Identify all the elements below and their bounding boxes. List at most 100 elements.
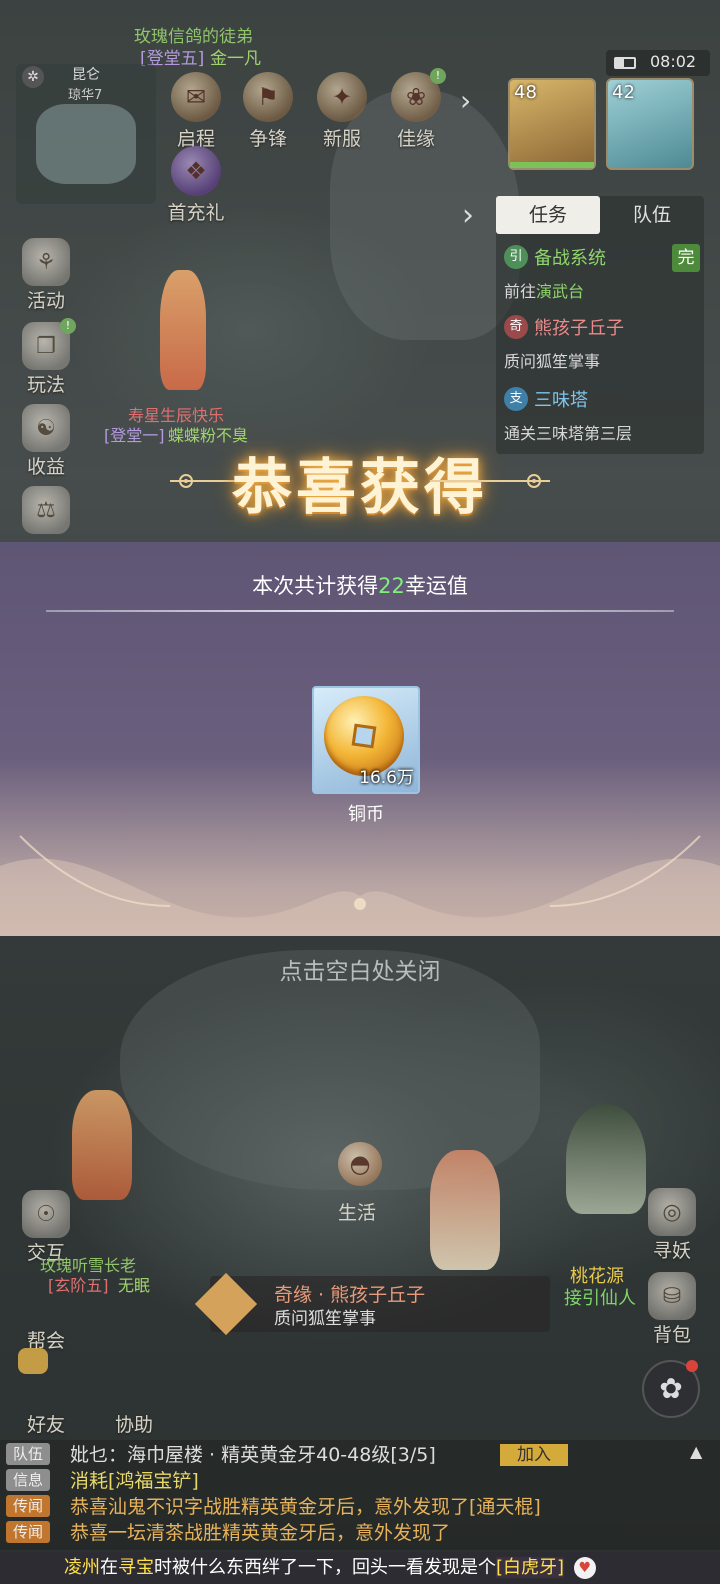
menu-xinfu-label: 新服 xyxy=(322,128,361,150)
tracker-desc: 质问狐笙掌事 xyxy=(274,1309,376,1329)
clock-time: 08:02 xyxy=(650,52,697,71)
notification-badge-icon: ! xyxy=(60,318,76,334)
assist-label: 协助 xyxy=(114,1414,153,1436)
chat-text: 消耗[鸿福宝铲] xyxy=(70,1470,199,1492)
flag-icon xyxy=(22,1278,70,1326)
menu-zhengfeng-button[interactable]: ⚑ 争锋 xyxy=(236,72,300,151)
chat-text: 妣乜：海巾屋楼 · 精英黄金牙40-48级[3/5] xyxy=(70,1444,436,1466)
assist-button[interactable]: 协助 xyxy=(102,1362,166,1437)
divider xyxy=(46,610,674,612)
quest-item-2[interactable]: 奇熊孩子丘子 质问狐笙掌事 xyxy=(504,314,700,372)
menu-gameplay-label: 玩法 xyxy=(26,374,65,396)
handshake-icon: ☉ xyxy=(22,1190,70,1238)
quest-desc-prefix: 前往 xyxy=(504,282,537,301)
first-recharge-button[interactable]: ❖ 首充礼 xyxy=(164,146,228,225)
collapse-quest-icon[interactable]: › xyxy=(462,198,474,233)
banner-icon: ⚑ xyxy=(243,72,293,122)
chat-text: 恭喜一坛清茶战胜精英黄金牙后，意外发现了 xyxy=(70,1522,451,1544)
quest-item-3[interactable]: 支三味塔 通关三味塔第三层 xyxy=(504,386,700,444)
summary-amount: 22 xyxy=(378,574,405,598)
player-sub-top: 金一凡 xyxy=(210,49,261,69)
compass-icon[interactable]: ✲ xyxy=(22,66,44,88)
quest-item-1[interactable]: 引备战系统 完 前往演武台 xyxy=(504,244,700,302)
seek-demon-button[interactable]: ◎ 寻妖 xyxy=(640,1188,704,1263)
location-name: 昆仑 xyxy=(72,67,100,83)
reward-summary: 本次共计获得22幸运值 xyxy=(0,570,720,600)
tracker-title: 奇缘 · 熊孩子丘子 xyxy=(274,1284,426,1306)
first-recharge-label: 首充礼 xyxy=(167,202,225,224)
quest-tag: 支 xyxy=(504,387,528,411)
expand-menu-icon[interactable]: › xyxy=(460,84,471,117)
close-hint[interactable]: 点击空白处关闭 xyxy=(0,952,720,986)
menu-xinfu-button[interactable]: ✦ 新服 xyxy=(310,72,374,151)
quest-panel: 任务 队伍 引备战系统 完 前往演武台 奇熊孩子丘子 质问狐笙掌事 支三味塔 通… xyxy=(496,196,704,454)
menu-jiayuan-label: 佳缘 xyxy=(396,128,435,150)
quest-tag: 引 xyxy=(504,245,528,269)
menu-events-button[interactable]: ⚘ 活动 xyxy=(14,238,78,313)
item-name: 铜币 xyxy=(348,804,384,825)
guild-button[interactable]: 帮会 xyxy=(14,1278,78,1353)
game-scene[interactable]: 玫瑰信鸽的徒弟 [登堂五] 金一凡 ✲ 昆仑 琼华7 ✉ 启程 ⚑ 争锋 ✦ 新… xyxy=(0,0,720,1584)
menu-zhengfeng-label: 争锋 xyxy=(248,128,287,150)
notification-badge-icon: ! xyxy=(430,68,446,84)
menu-events-label: 活动 xyxy=(26,290,65,312)
red-dot-badge xyxy=(686,1360,698,1372)
tab-tasks[interactable]: 任务 xyxy=(496,196,600,234)
pet-avatar[interactable]: 48 xyxy=(508,78,596,170)
menu-scale-button[interactable]: ⚖ xyxy=(14,486,78,534)
ticker-action: 寻宝 xyxy=(118,1557,154,1578)
chat-collapse-icon[interactable]: ▲ xyxy=(690,1442,702,1461)
player-character[interactable] xyxy=(72,1090,132,1200)
quest-tag: 奇 xyxy=(504,315,528,339)
minimap[interactable]: ✲ 昆仑 琼华7 xyxy=(16,64,156,204)
chat-row: 信息 消耗[鸿福宝铲] xyxy=(0,1468,720,1494)
join-button[interactable]: 加入 xyxy=(500,1444,568,1466)
friends-icon xyxy=(22,1362,70,1410)
menu-jiayuan-button[interactable]: ❀ 佳缘 ! xyxy=(384,68,448,151)
announcement-ticker: 凌州在寻宝时被什么东西绊了一下，回头一看发现是个[白虎牙] ♥ xyxy=(0,1552,720,1584)
player-avatar[interactable]: 42 xyxy=(606,78,694,170)
life-label: 生活 xyxy=(338,1202,377,1224)
chat-channel-tag: 传闻 xyxy=(6,1495,50,1517)
quest-complete-badge: 完 xyxy=(672,244,700,272)
quest-name: 熊孩子丘子 xyxy=(534,318,624,339)
chat-row: 传闻 恭喜一坛清茶战胜精英黄金牙后，意外发现了 xyxy=(0,1520,720,1546)
gift-icon: ⚘ xyxy=(22,238,70,286)
quest-name: 备战系统 xyxy=(534,248,606,269)
chat-channel-tag: 信息 xyxy=(6,1469,50,1491)
bag-button[interactable]: ⛁ 背包 xyxy=(640,1272,704,1347)
player-character[interactable] xyxy=(430,1150,500,1270)
chat-box[interactable]: 队伍 妣乜：海巾屋楼 · 精英黄金牙40-48级[3/5] 加入 ▲ 信息 消耗… xyxy=(0,1440,720,1550)
scroll-icon: ✉ xyxy=(171,72,221,122)
npc-character[interactable] xyxy=(566,1104,646,1214)
menu-qicheng-button[interactable]: ✉ 启程 xyxy=(164,72,228,151)
menu-income-button[interactable]: ☯ 收益 xyxy=(14,404,78,479)
pet-hp-bar xyxy=(510,162,594,168)
reward-item-slot[interactable]: 16.6万 xyxy=(312,686,420,794)
map-terrain xyxy=(36,104,136,184)
location-sub: 琼华7 xyxy=(68,88,103,103)
summary-suffix: 幸运值 xyxy=(404,574,468,598)
battery-icon xyxy=(614,57,636,69)
menu-gameplay-button[interactable]: ❐ 玩法 ! xyxy=(14,318,78,397)
bag-icon: ☯ xyxy=(22,404,70,452)
ticker-name: 凌州 xyxy=(64,1557,100,1578)
player-rank-mid: [登堂一] xyxy=(104,426,165,445)
fan-icon: ✦ xyxy=(317,72,367,122)
life-button[interactable]: ◓ xyxy=(328,1142,392,1186)
ticker-text: 时被什么东西绊了一下，回头一看发现是个 xyxy=(154,1557,496,1578)
ticker-item: [白虎牙] xyxy=(496,1557,565,1578)
chat-row: 传闻 恭喜汕鬼不识字战胜精英黄金牙后，意外发现了[通天棍] xyxy=(0,1494,720,1520)
tab-team[interactable]: 队伍 xyxy=(600,196,704,234)
ticker-text: 在 xyxy=(100,1557,118,1578)
quest-tracker[interactable]: 奇缘 · 熊孩子丘子 质问狐笙掌事 xyxy=(194,1272,550,1336)
bag-label: 背包 xyxy=(652,1324,691,1346)
friends-button[interactable]: 好友 xyxy=(14,1362,78,1437)
status-bar: 08:02 xyxy=(606,50,710,76)
player-sub-bottom: 无眠 xyxy=(118,1276,151,1295)
seek-demon-label: 寻妖 xyxy=(652,1240,691,1262)
player-character[interactable] xyxy=(160,270,206,390)
pet-level: 48 xyxy=(514,82,537,103)
gift-box-icon: ❖ xyxy=(171,146,221,196)
chat-row: 队伍 妣乜：海巾屋楼 · 精英黄金牙40-48级[3/5] 加入 ▲ xyxy=(0,1442,720,1468)
